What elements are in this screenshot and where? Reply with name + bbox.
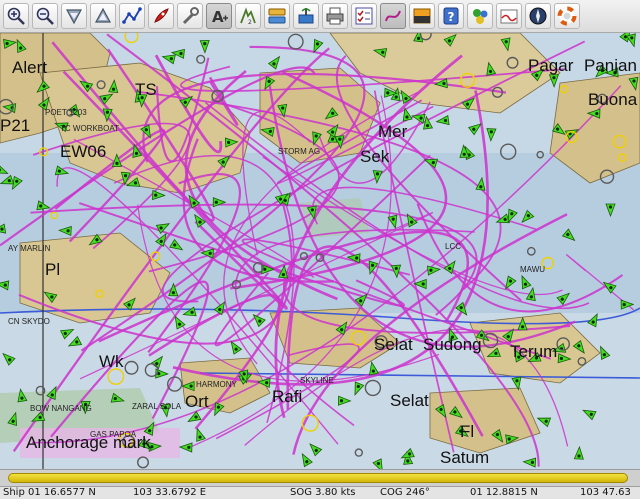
help-icon: ?	[443, 7, 459, 25]
follow-ship-icon	[154, 8, 169, 23]
status-bar: Ship 01 16.6577 N 103 33.6792 E SOG 3.80…	[0, 486, 640, 499]
route-manager-button[interactable]	[351, 3, 377, 29]
chart-label: Satum	[440, 448, 490, 467]
cursor-latitude: 01 12.8815 N	[470, 487, 538, 498]
chart-label: Alert	[12, 58, 47, 77]
follow-ship-button[interactable]	[148, 3, 174, 29]
chart-label: Terum	[510, 342, 558, 361]
chart-label: Sudong	[423, 335, 482, 354]
chart-background	[0, 33, 640, 469]
chart-label: Pl	[45, 260, 61, 279]
route-manager-icon	[355, 7, 373, 25]
vessel-label: TC WORKBOAT	[60, 124, 119, 133]
vessel-label: LCC	[445, 242, 462, 251]
vessel-label: BOW NANGANG	[30, 404, 92, 413]
vessel-label: CN SKYDO	[8, 317, 50, 326]
zoom-out-icon	[36, 7, 54, 25]
svg-text:?: ?	[448, 10, 455, 24]
gps-icon	[473, 9, 488, 24]
print-icon	[326, 7, 344, 25]
svg-text:A: A	[212, 8, 224, 26]
ship-latitude: Ship 01 16.6577 N	[3, 487, 96, 498]
chart-label: TS	[135, 80, 157, 99]
compass-icon	[529, 7, 547, 25]
chart-label: Pagar	[528, 56, 574, 75]
chart-bar[interactable]	[0, 469, 640, 486]
main-toolbar: A 2 ?	[0, 0, 640, 33]
zoom-in-button[interactable]	[3, 3, 29, 29]
vessel-label: GAS PAPOA	[90, 430, 137, 439]
chart-bar-thumb[interactable]	[8, 473, 628, 483]
tides-icon	[500, 9, 518, 24]
ais-targets-button[interactable]	[293, 3, 319, 29]
chart-label: Ort	[185, 392, 209, 411]
current-tide-button[interactable]: 2	[235, 3, 261, 29]
mob-lifebuoy-icon	[557, 6, 577, 26]
text-toggle-icon: A	[212, 8, 228, 26]
current-tide-icon: 2	[240, 7, 256, 26]
chart-label: Fl	[460, 422, 475, 441]
tides-button[interactable]	[496, 3, 522, 29]
chart-label: Selat	[390, 391, 429, 410]
chart-groups-button[interactable]	[264, 3, 290, 29]
route-button[interactable]	[119, 3, 145, 29]
chart-label: Rafi	[272, 387, 303, 406]
print-button[interactable]	[322, 3, 348, 29]
chart-label: EW06	[60, 142, 107, 161]
color-scheme-icon	[413, 8, 431, 24]
chart-groups-icon	[268, 8, 286, 24]
scale-out-button[interactable]	[90, 3, 116, 29]
vessel-label: POET 1203	[45, 108, 87, 117]
chart-label: Wk	[99, 352, 124, 371]
chart-label: Panjan	[584, 56, 637, 75]
vessel-label: AY MARLIN	[8, 244, 51, 253]
zoom-in-icon	[7, 7, 25, 25]
color-scheme-button[interactable]	[409, 3, 435, 29]
speed-over-ground: SOG 3.80 kts	[290, 487, 356, 498]
zoom-out-button[interactable]	[32, 3, 58, 29]
gps-button[interactable]	[467, 3, 493, 29]
settings-wrench-icon	[182, 7, 199, 25]
svg-text:2: 2	[248, 19, 252, 26]
vessel-label: STORM AG	[278, 147, 321, 156]
route-icon	[122, 7, 142, 24]
chart-label: P21	[0, 116, 31, 135]
mob-button[interactable]	[554, 3, 580, 29]
ais-targets-icon	[298, 8, 314, 24]
chart-canvas[interactable]: Alert TS Pagar Panjan Buona P21 Mer EW06…	[0, 33, 640, 469]
chart-label: Sek	[360, 147, 390, 166]
vessel-label: SKYLINE	[300, 376, 334, 385]
scale-in-button[interactable]	[61, 3, 87, 29]
help-button[interactable]: ?	[438, 3, 464, 29]
text-toggle-button[interactable]: A	[206, 3, 232, 29]
track-button[interactable]	[380, 3, 406, 29]
chart-label: Selat	[374, 335, 413, 354]
chart-label: Buona	[588, 90, 638, 109]
scale-out-icon	[94, 7, 112, 23]
compass-button[interactable]	[525, 3, 551, 29]
cursor-longitude: 103 47.63	[580, 487, 631, 498]
track-icon	[385, 10, 401, 22]
settings-button[interactable]	[177, 3, 203, 29]
vessel-label: HARMONY	[196, 380, 237, 389]
scale-in-icon	[65, 9, 83, 25]
course-over-ground: COG 246°	[380, 487, 430, 498]
ship-longitude: 103 33.6792 E	[133, 487, 207, 498]
chart-label: Mer	[378, 122, 408, 141]
vessel-label: MAWU	[520, 265, 546, 274]
vessel-label: ZARAL SOLA	[132, 402, 182, 411]
